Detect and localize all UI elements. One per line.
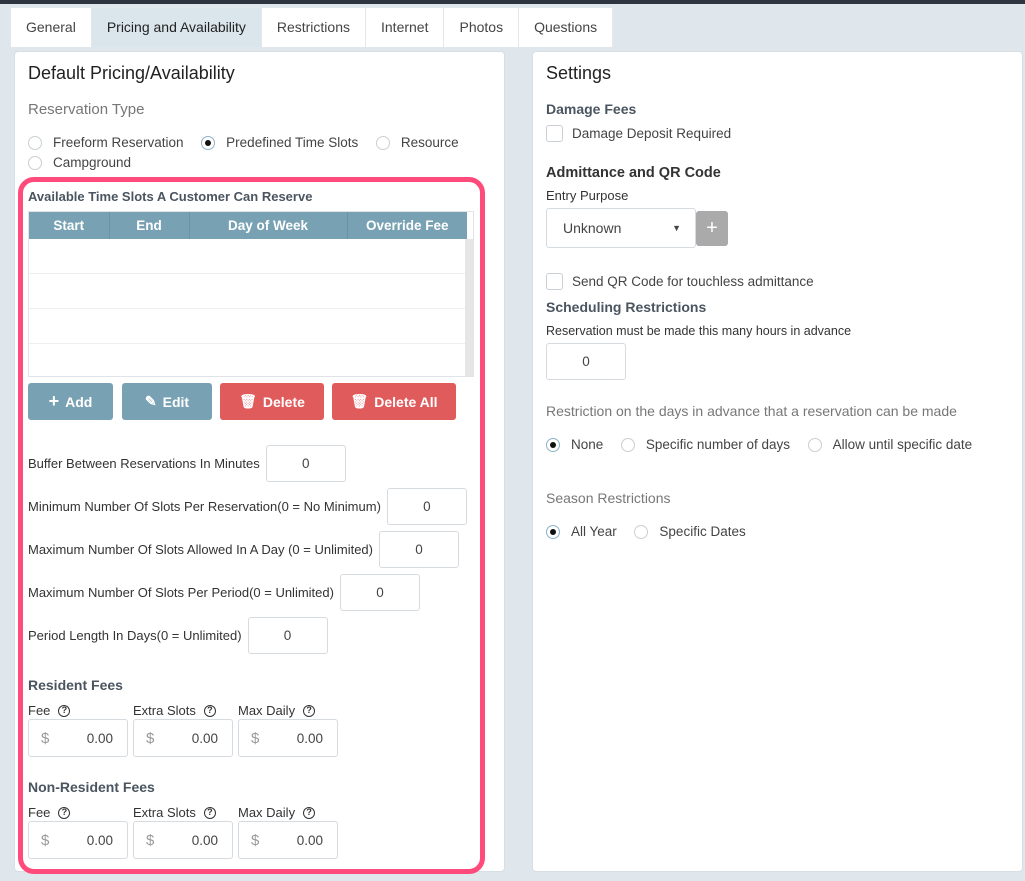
fee-label: Fee	[28, 805, 51, 820]
col-day-of-week[interactable]: Day of Week	[189, 212, 348, 239]
extra-slots-label: Extra Slots	[133, 703, 196, 718]
max-slots-period-field: Maximum Number Of Slots Per Period(0 = U…	[28, 574, 420, 611]
nonresident-fee-input[interactable]: $0.00	[28, 821, 128, 859]
col-override-fee[interactable]: Override Fee	[347, 212, 467, 239]
max-slots-day-field: Maximum Number Of Slots Allowed In A Day…	[28, 531, 459, 568]
add-button[interactable]: + Add	[28, 383, 113, 420]
settings-title: Settings	[546, 63, 612, 83]
max-slots-period-input[interactable]: 0	[339, 574, 420, 611]
help-icon[interactable]: ?	[203, 704, 216, 717]
time-slots-table: Start End Day of Week Override Fee	[28, 211, 474, 377]
nonresident-extra-slots-input[interactable]: $0.00	[133, 821, 233, 859]
entry-purpose-select[interactable]: Unknown ▼	[546, 208, 696, 248]
trash-icon: 🗑	[350, 393, 369, 409]
period-length-input[interactable]: 0	[247, 617, 328, 654]
help-icon[interactable]: ?	[303, 806, 316, 819]
tab-general[interactable]: General	[11, 8, 92, 47]
add-entry-purpose-button[interactable]: +	[696, 211, 728, 246]
help-icon[interactable]: ?	[58, 806, 71, 819]
buffer-field: Buffer Between Reservations In Minutes 0	[28, 445, 346, 482]
help-icon[interactable]: ?	[303, 704, 316, 717]
nonresident-max-daily-input[interactable]: $0.00	[238, 821, 338, 859]
panel-title: Default Pricing/Availability	[28, 63, 235, 83]
period-length-field: Period Length In Days(0 = Unlimited) 0	[28, 617, 328, 654]
tab-pricing-availability[interactable]: Pricing and Availability	[91, 8, 262, 47]
radio-days-specific[interactable]: Specific number of days	[620, 437, 790, 452]
tab-bar: General Pricing and Availability Restric…	[10, 7, 615, 47]
col-end[interactable]: End	[109, 212, 190, 239]
resident-fee-input[interactable]: $0.00	[28, 719, 128, 757]
radio-freeform[interactable]: Freeform Reservation	[28, 135, 184, 150]
delete-button[interactable]: 🗑 Delete	[220, 383, 324, 420]
radio-campground[interactable]: Campground	[28, 155, 131, 170]
entry-purpose-label: Entry Purpose	[546, 188, 629, 203]
resident-extra-slots-input[interactable]: $0.00	[133, 719, 233, 757]
min-slots-input[interactable]: 0	[386, 488, 467, 525]
table-row	[29, 344, 473, 379]
extra-slots-label: Extra Slots	[133, 805, 196, 820]
resident-fees-title: Resident Fees	[28, 677, 123, 693]
caret-down-icon: ▼	[672, 223, 681, 233]
resident-max-daily-input[interactable]: $0.00	[238, 719, 338, 757]
top-bar	[0, 0, 1025, 4]
admittance-title: Admittance and QR Code	[546, 165, 721, 181]
min-slots-field: Minimum Number Of Slots Per Reservation(…	[28, 488, 467, 525]
season-restrictions-label: Season Restrictions	[546, 490, 671, 506]
damage-fees-title: Damage Fees	[546, 101, 637, 117]
plus-icon: +	[48, 391, 60, 411]
max-slots-day-input[interactable]: 0	[378, 531, 459, 568]
edit-icon: ✎	[144, 393, 157, 409]
hours-advance-input[interactable]: 0	[546, 343, 626, 380]
trash-icon: 🗑	[239, 393, 257, 409]
radio-predefined[interactable]: Predefined Time Slots	[201, 135, 358, 150]
fee-label: Fee	[28, 703, 51, 718]
radio-specific-dates[interactable]: Specific Dates	[634, 524, 746, 539]
radio-resource[interactable]: Resource	[375, 135, 459, 150]
days-advance-label: Restriction on the days in advance that …	[546, 403, 957, 419]
hours-advance-label: Reservation must be made this many hours…	[546, 324, 852, 338]
nonresident-fees-title: Non-Resident Fees	[28, 779, 155, 795]
send-qr-checkbox[interactable]: Send QR Code for touchless admittance	[546, 273, 814, 290]
radio-days-until-date[interactable]: Allow until specific date	[807, 437, 972, 452]
tab-restrictions[interactable]: Restrictions	[262, 8, 366, 47]
scrollbar[interactable]	[465, 239, 473, 376]
tab-questions[interactable]: Questions	[519, 8, 614, 47]
scheduling-restrictions-title: Scheduling Restrictions	[546, 299, 707, 315]
edit-button[interactable]: ✎ Edit	[122, 383, 212, 420]
col-start[interactable]: Start	[29, 212, 110, 239]
time-slots-title: Available Time Slots A Customer Can Rese…	[28, 189, 313, 204]
max-daily-label: Max Daily	[238, 703, 296, 718]
tab-internet[interactable]: Internet	[366, 8, 445, 47]
table-row	[29, 239, 473, 274]
max-daily-label: Max Daily	[238, 805, 296, 820]
buffer-input[interactable]: 0	[265, 445, 346, 482]
damage-deposit-checkbox[interactable]: Damage Deposit Required	[546, 125, 731, 142]
table-row	[29, 309, 473, 344]
radio-all-year[interactable]: All Year	[546, 524, 617, 539]
radio-days-none[interactable]: None	[546, 437, 603, 452]
help-icon[interactable]: ?	[203, 806, 216, 819]
reservation-type-label: Reservation Type	[28, 101, 145, 118]
help-icon[interactable]: ?	[58, 704, 71, 717]
delete-all-button[interactable]: 🗑 Delete All	[332, 383, 456, 420]
table-row	[29, 274, 473, 309]
tab-photos[interactable]: Photos	[444, 8, 520, 47]
